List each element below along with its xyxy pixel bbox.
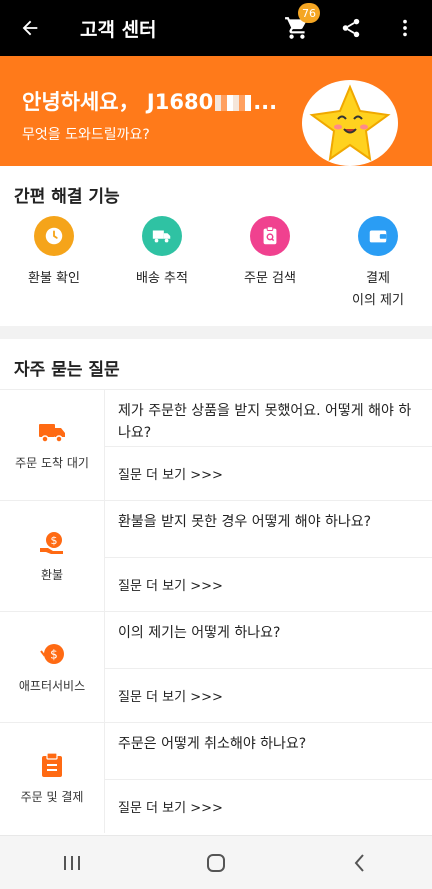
user-name-partial: J1680 bbox=[146, 90, 214, 114]
after-service-icon: $ bbox=[40, 643, 64, 664]
back-arrow-icon bbox=[22, 20, 38, 36]
more-vert-icon bbox=[403, 19, 407, 37]
mascot-image bbox=[302, 80, 398, 166]
top-app-bar: 고객 센터 76 bbox=[0, 0, 432, 56]
wallet-icon bbox=[358, 216, 398, 256]
order-clipboard-icon bbox=[42, 751, 62, 777]
truck-icon bbox=[39, 423, 65, 443]
faq-question[interactable]: 제가 주문한 상품을 받지 못했어요. 어떻게 해야 하나요? bbox=[118, 400, 418, 444]
greeting-banner: 안녕하세요， J1680... 무엇을 도와드릴까요? bbox=[0, 56, 432, 166]
svg-text:$: $ bbox=[50, 647, 58, 661]
faq-category[interactable]: 주문 및 결제 bbox=[0, 723, 105, 833]
quick-solutions-list: 환불 확인 배송 추적 주문 검색 결제 이의 제기 bbox=[0, 216, 432, 312]
more-questions-link[interactable]: 질문 더 보기 >>> bbox=[105, 446, 432, 500]
cart-count-badge: 76 bbox=[298, 3, 320, 23]
more-options-button[interactable] bbox=[378, 0, 432, 56]
quick-item-label: 환불 확인 bbox=[28, 271, 80, 286]
faq-question[interactable]: 이의 제기는 어떻게 하나요? bbox=[118, 622, 418, 644]
faq-category-label: 주문 및 결제 bbox=[20, 789, 84, 804]
faq-row: 주문 및 결제 주문은 어떻게 취소해야 하나요? 질문 더 보기 >>> bbox=[0, 722, 432, 833]
quick-item-label: 결제 이의 제기 bbox=[352, 271, 404, 309]
more-questions-link[interactable]: 질문 더 보기 >>> bbox=[105, 779, 432, 833]
quick-item-order-search[interactable]: 주문 검색 bbox=[216, 216, 324, 312]
greeting-prefix: 안녕하세요， bbox=[22, 90, 140, 114]
clock-icon bbox=[34, 216, 74, 256]
faq-row: $ 환불 환불을 받지 못한 경우 어떻게 해야 하나요? 질문 더 보기 >>… bbox=[0, 500, 432, 611]
home-icon bbox=[207, 853, 225, 872]
quick-item-refund-check[interactable]: 환불 확인 bbox=[0, 216, 108, 312]
greeting-ellipsis: ... bbox=[253, 90, 278, 114]
more-questions-link[interactable]: 질문 더 보기 >>> bbox=[105, 668, 432, 722]
chevron-left-icon bbox=[354, 853, 364, 872]
redacted-username bbox=[215, 95, 252, 111]
faq-question[interactable]: 주문은 어떻게 취소해야 하나요? bbox=[118, 733, 418, 755]
faq-question[interactable]: 환불을 받지 못한 경우 어떻게 해야 하나요? bbox=[118, 511, 418, 533]
back-button[interactable] bbox=[0, 0, 60, 56]
star-mascot-icon bbox=[309, 84, 391, 162]
refund-icon: $ bbox=[40, 531, 63, 554]
quick-item-label: 배송 추적 bbox=[136, 271, 188, 286]
faq-title: 자주 묻는 질문 bbox=[14, 360, 120, 380]
more-questions-link[interactable]: 질문 더 보기 >>> bbox=[105, 557, 432, 611]
quick-item-track-shipping[interactable]: 배송 추적 bbox=[108, 216, 216, 312]
greeting-text: 안녕하세요， J1680... bbox=[22, 86, 277, 116]
system-nav-bar bbox=[0, 835, 432, 889]
faq-category[interactable]: $ 환불 bbox=[0, 501, 105, 611]
quick-item-payment-dispute[interactable]: 결제 이의 제기 bbox=[324, 216, 432, 312]
faq-row: $ 애프터서비스 이의 제기는 어떻게 하나요? 질문 더 보기 >>> bbox=[0, 611, 432, 722]
share-button[interactable] bbox=[324, 0, 378, 56]
quick-solutions-section: 간편 해결 기능 환불 확인 배송 추적 주문 검색 결제 이의 제기 bbox=[0, 166, 432, 326]
faq-row: 주문 도착 대기 제가 주문한 상품을 받지 못했어요. 어떻게 해야 하나요?… bbox=[0, 389, 432, 500]
cart-button[interactable]: 76 bbox=[270, 0, 324, 56]
greeting-subtitle: 무엇을 도와드릴까요? bbox=[22, 127, 150, 143]
truck-icon bbox=[142, 216, 182, 256]
faq-category-label: 애프터서비스 bbox=[18, 678, 86, 693]
clipboard-search-icon bbox=[250, 216, 290, 256]
faq-section: 자주 묻는 질문 주문 도착 대기 제가 주문한 상품을 받지 못했어요. 어떻… bbox=[0, 339, 432, 835]
svg-text:$: $ bbox=[51, 534, 58, 547]
share-icon bbox=[342, 18, 360, 38]
page-title: 고객 센터 bbox=[80, 18, 157, 41]
faq-category-label: 주문 도착 대기 bbox=[15, 455, 89, 470]
system-back-button[interactable] bbox=[320, 841, 400, 885]
quick-item-label: 주문 검색 bbox=[244, 271, 296, 286]
faq-category[interactable]: 주문 도착 대기 bbox=[0, 390, 105, 500]
faq-category-label: 환불 bbox=[40, 567, 64, 582]
recent-apps-icon bbox=[64, 855, 80, 870]
faq-category[interactable]: $ 애프터서비스 bbox=[0, 612, 105, 722]
quick-solutions-title: 간편 해결 기능 bbox=[14, 187, 120, 207]
home-button[interactable] bbox=[176, 841, 256, 885]
recent-apps-button[interactable] bbox=[32, 841, 112, 885]
